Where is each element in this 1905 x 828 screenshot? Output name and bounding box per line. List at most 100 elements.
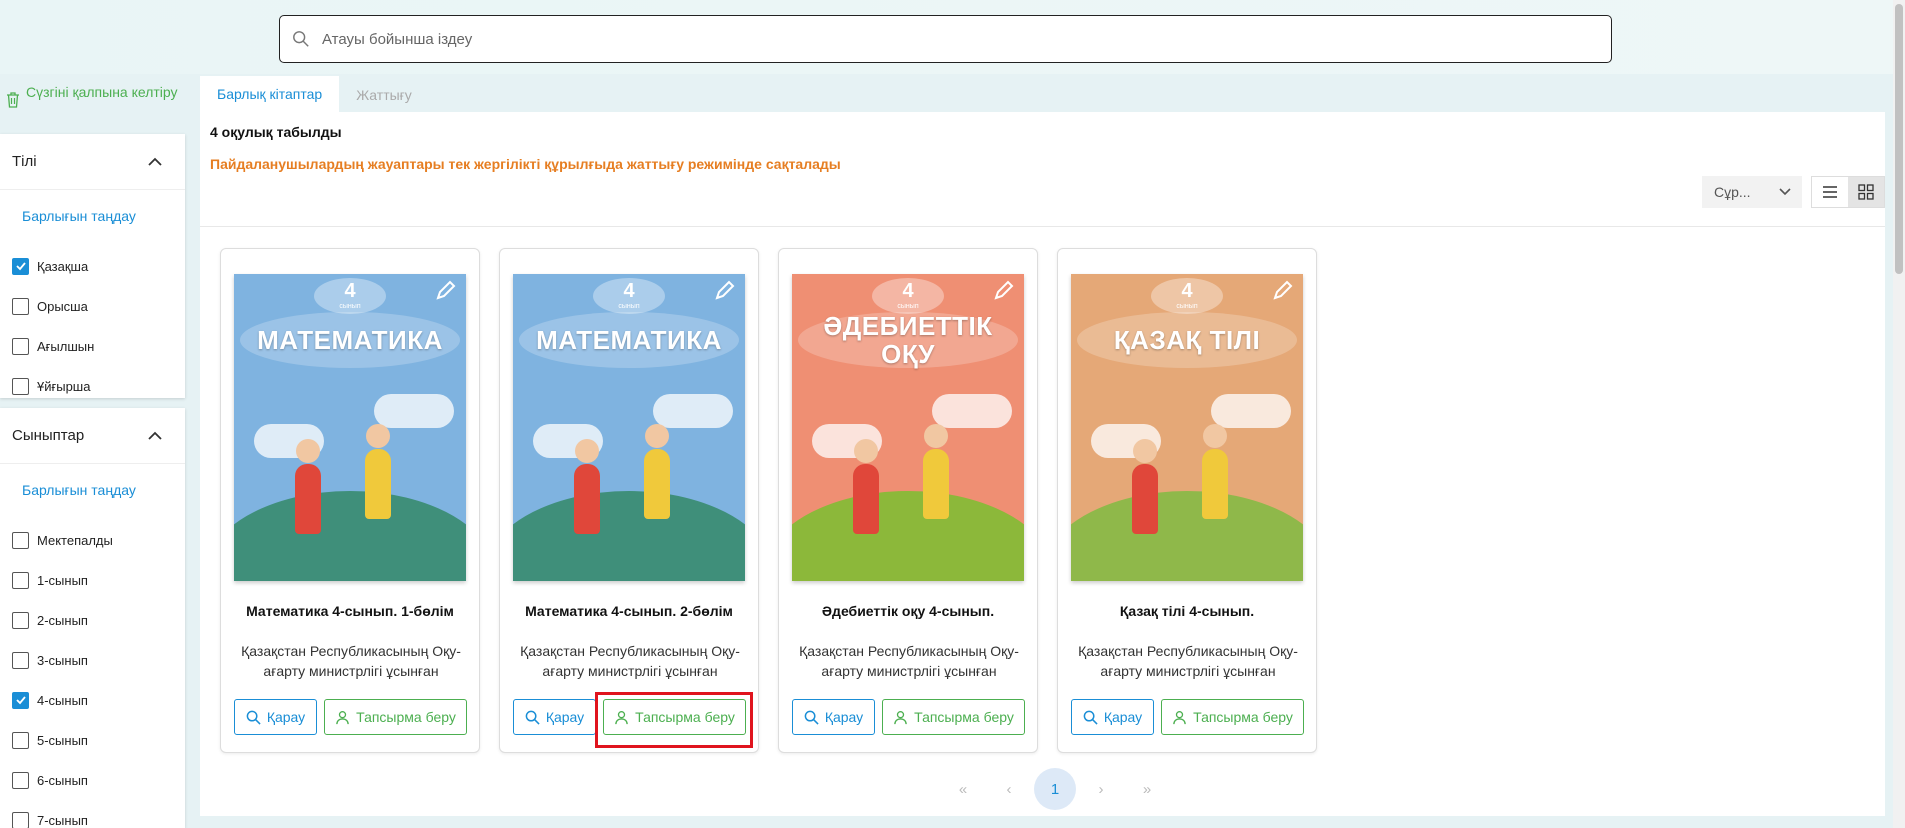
cover-figure	[295, 464, 321, 534]
book-cover[interactable]: 4 сынып ҚАЗАҚ ТІЛІ	[1071, 274, 1303, 581]
grade-option-5[interactable]: 5-сынып	[0, 720, 185, 760]
cover-figure-head	[1133, 439, 1157, 463]
checkbox[interactable]	[12, 571, 29, 589]
pencil-icon[interactable]	[992, 280, 1014, 302]
grades-select-all[interactable]: Барлығын таңдау	[0, 464, 185, 520]
first-page-button[interactable]: «	[942, 768, 984, 810]
language-options: Қазақша Орысша Ағылшын Ұйғырша	[0, 246, 185, 406]
search-icon	[246, 710, 261, 725]
option-label: 7-сынып	[37, 812, 88, 828]
sort-dropdown[interactable]: Сұр...	[1702, 176, 1802, 208]
book-card: 4 сынып МАТЕМАТИКА Математика 4-сынып. 2-…	[499, 248, 759, 753]
tab-all-books[interactable]: Барлық кітаптар	[200, 76, 340, 114]
header-divider	[200, 226, 1885, 227]
grid-icon	[1858, 184, 1874, 200]
checkbox[interactable]	[12, 377, 29, 395]
option-label: Қазақша	[37, 258, 89, 274]
language-option-kazakh[interactable]: Қазақша	[0, 246, 185, 286]
checkbox[interactable]	[12, 257, 29, 275]
search-icon	[804, 710, 819, 725]
tab-practice[interactable]: Жаттығу	[339, 76, 429, 114]
book-cover[interactable]: 4 сынып ӘДЕБИЕТТІК ОҚУ	[792, 274, 1024, 581]
cover-banner: МАТЕМАТИКА	[519, 312, 739, 368]
checkbox[interactable]	[12, 731, 29, 749]
view-button-label: Қарау	[266, 709, 306, 725]
book-title: Математика 4-сынып. 2-бөлім	[525, 603, 733, 619]
view-book-button[interactable]: Қарау	[513, 699, 596, 735]
checkbox[interactable]	[12, 771, 29, 789]
checkbox[interactable]	[12, 611, 29, 629]
checkbox[interactable]	[12, 651, 29, 669]
page-1-button[interactable]: 1	[1034, 768, 1076, 810]
language-option-english[interactable]: Ағылшын	[0, 326, 185, 366]
view-book-button[interactable]: Қарау	[1071, 699, 1154, 735]
pencil-icon[interactable]	[434, 280, 456, 302]
last-page-button[interactable]: »	[1126, 768, 1168, 810]
grade-option-3[interactable]: 3-сынып	[0, 640, 185, 680]
checkbox[interactable]	[12, 337, 29, 355]
page-scrollbar[interactable]	[1893, 0, 1905, 828]
sort-label: Сұр...	[1714, 184, 1751, 200]
language-option-russian[interactable]: Орысша	[0, 286, 185, 326]
grades-filter-title: Сыныптар	[12, 427, 85, 444]
book-cover[interactable]: 4 сынып МАТЕМАТИКА	[513, 274, 745, 581]
pencil-icon[interactable]	[713, 280, 735, 302]
cover-grade-badge: 4 сынып	[872, 278, 944, 314]
reset-filter-button[interactable]: Сүзгіні қалпына келтіру	[6, 84, 186, 108]
book-description: Қазақстан Республикасының Оқу-ағарту мин…	[520, 643, 740, 679]
book-cover[interactable]: 4 сынып МАТЕМАТИКА	[234, 274, 466, 581]
cover-figure	[1202, 449, 1228, 519]
book-description: Қазақстан Республикасының Оқу-ағарту мин…	[241, 643, 461, 679]
grade-options: Мектепалды 1-сынып 2-сынып 3-сынып 4-сын…	[0, 520, 185, 828]
checkbox[interactable]	[12, 691, 29, 709]
trash-icon	[7, 92, 19, 108]
checkbox[interactable]	[12, 811, 29, 828]
cover-grade-badge: 4 сынып	[1151, 278, 1223, 314]
option-label: 5-сынып	[37, 732, 88, 748]
grade-option-7[interactable]: 7-сынып	[0, 800, 185, 828]
view-book-button[interactable]: Қарау	[792, 699, 875, 735]
checkbox[interactable]	[12, 531, 29, 549]
grade-option-6[interactable]: 6-сынып	[0, 760, 185, 800]
prev-page-button[interactable]: ‹	[988, 768, 1030, 810]
cover-figure	[365, 449, 391, 519]
cover-figure	[1132, 464, 1158, 534]
cover-title: МАТЕМАТИКА	[257, 325, 443, 355]
next-page-button[interactable]: ›	[1080, 768, 1122, 810]
assign-task-button[interactable]: Тапсырма беру	[882, 699, 1025, 735]
assign-button-label: Тапсырма беру	[356, 709, 456, 725]
cover-banner: МАТЕМАТИКА	[240, 312, 460, 368]
option-label: Ағылшын	[37, 338, 95, 354]
assign-task-button[interactable]: Тапсырма беру	[324, 699, 467, 735]
grade-option-preschool[interactable]: Мектепалды	[0, 520, 185, 560]
grid-view-button[interactable]	[1848, 177, 1884, 207]
assign-task-button[interactable]: Тапсырма беру	[1161, 699, 1304, 735]
cover-cloud	[374, 394, 454, 428]
language-filter-header[interactable]: Тілі	[0, 134, 185, 190]
book-card: 4 сынып ҚАЗАҚ ТІЛІ Қазақ тілі 4-сынып. Қа…	[1057, 248, 1317, 753]
language-option-uyghur[interactable]: Ұйғырша	[0, 366, 185, 406]
grades-filter-header[interactable]: Сыныптар	[0, 408, 185, 464]
option-label: 4-сынып	[37, 692, 88, 708]
cover-ground	[513, 491, 745, 581]
list-view-button[interactable]	[1812, 177, 1848, 207]
book-title: Әдебиеттік оқу 4-сынып.	[821, 603, 995, 619]
tab-bar: Барлық кітаптар Жаттығу	[200, 74, 1885, 114]
grade-option-4[interactable]: 4-сынып	[0, 680, 185, 720]
view-toggle	[1811, 176, 1885, 208]
cover-banner: ҚАЗАҚ ТІЛІ	[1077, 312, 1297, 368]
option-label: Мектепалды	[37, 532, 113, 548]
checkbox[interactable]	[12, 297, 29, 315]
view-book-button[interactable]: Қарау	[234, 699, 317, 735]
option-label: 6-сынып	[37, 772, 88, 788]
grade-option-2[interactable]: 2-сынып	[0, 600, 185, 640]
pencil-icon[interactable]	[1271, 280, 1293, 302]
grade-option-1[interactable]: 1-сынып	[0, 560, 185, 600]
cover-grade-badge: 4 сынып	[593, 278, 665, 314]
scrollbar-thumb[interactable]	[1895, 4, 1903, 274]
cover-figure	[923, 449, 949, 519]
search-bar[interactable]	[279, 15, 1612, 63]
search-input[interactable]	[322, 30, 1522, 48]
language-select-all[interactable]: Барлығын таңдау	[0, 190, 185, 246]
search-icon	[525, 710, 540, 725]
